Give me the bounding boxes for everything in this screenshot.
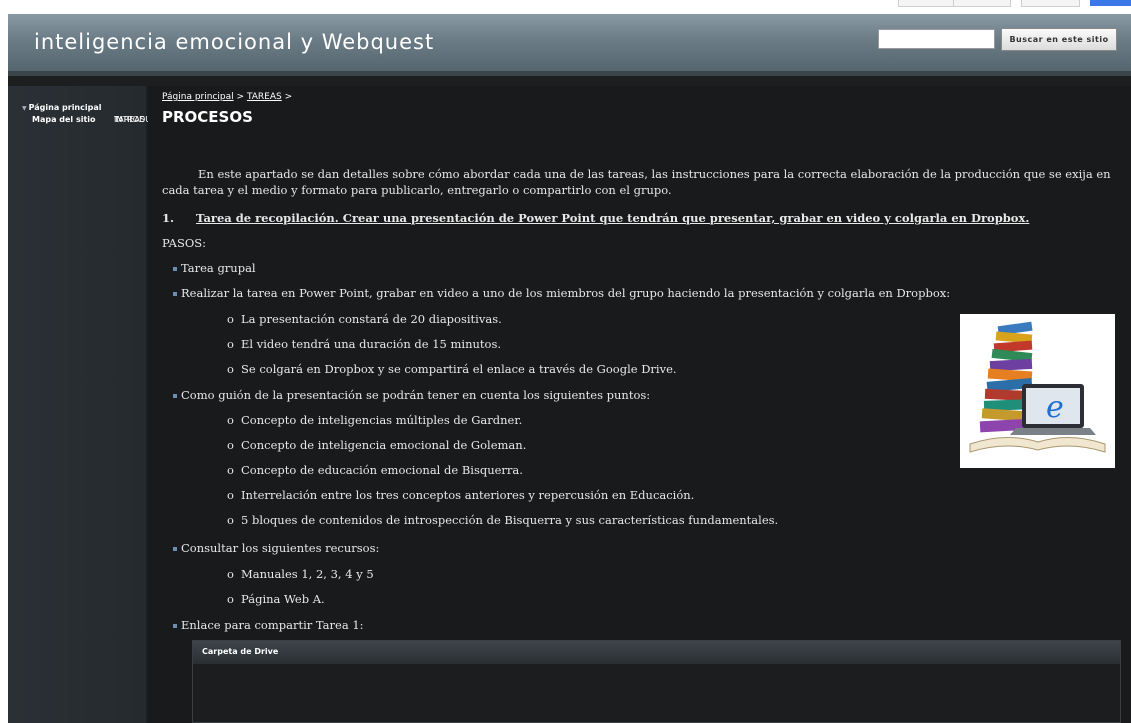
breadcrumb: Página principal > TAREAS > [162,92,292,102]
sidebar-item-label: Página principal [28,103,102,112]
bullet-square-icon [173,292,177,296]
list-subitem: o Se colgará en Dropbox y se compartirá e… [227,362,677,376]
circle-bullet-icon: o [227,463,234,477]
list-subitem-text: Concepto de inteligencias múltiples de G… [241,413,523,427]
sidebar-item-home[interactable]: ▼ Página principal [22,102,101,114]
sidebar-item-tareas[interactable]: TAREAS [87,114,145,125]
bullet-square-icon [173,624,177,628]
intro-paragraph: En este apartado se dan detalles sobre c… [162,167,1111,197]
list-subitem-text: Interrelación entre los tres conceptos a… [241,488,695,502]
list-item-text: Enlace para compartir Tarea 1: [181,618,364,632]
task-heading-text: Tarea de recopilación. Crear una present… [196,211,1030,225]
circle-bullet-icon: o [227,488,234,502]
task-number: 1. [162,211,175,225]
circle-bullet-icon: o [227,438,234,452]
search-button[interactable]: Buscar en este sitio [1001,28,1117,51]
list-item-text: Consultar los siguientes recursos: [181,541,380,555]
list-item-text: Como guión de la presentación se podrán … [181,388,651,402]
list-subitem-text: La presentación constará de 20 diapositi… [241,312,502,326]
circle-bullet-icon: o [227,337,234,351]
task-heading: 1. Tarea de recopilación. Crear una prese… [162,211,1029,225]
toolbar-button[interactable] [953,0,1011,7]
drive-embed[interactable]: Carpeta de Drive [192,640,1121,723]
sidebar: ▼ Página principal INTRODUCCIÓN TAREAS Ma… [8,86,177,723]
list-subitem-text[interactable]: Manuales 1, 2, 3, 4 y 5 [241,567,374,581]
list-subitem: o Manuales 1, 2, 3, 4 y 5 [227,567,374,581]
account-button[interactable] [1090,0,1131,6]
circle-bullet-icon: o [227,567,234,581]
list-subitem-text: El video tendrá una duración de 15 minut… [241,337,502,351]
breadcrumb-separator: > [284,92,293,102]
list-subitem: o Concepto de inteligencia emocional de G… [227,438,526,452]
list-subitem: o 5 bloques de contenidos de introspecció… [227,513,778,527]
list-subitem-text: 5 bloques de contenidos de introspección… [241,513,779,527]
list-subitem: o Página Web A. [227,592,325,606]
sidebar-nav: ▼ Página principal INTRODUCCIÓN TAREAS Ma… [22,102,177,125]
list-subitem-text: Se colgará en Dropbox y se compartirá el… [241,362,677,376]
circle-bullet-icon: o [227,362,234,376]
bullet-square-icon [173,267,177,271]
pasos-label: PASOS: [162,236,207,250]
expand-arrow-icon[interactable]: ▼ [22,105,27,112]
list-item: Como guión de la presentación se podrán … [173,388,650,402]
toolbar-button[interactable] [898,0,954,7]
list-item-text: Realizar la tarea en Power Point, grabar… [181,286,951,300]
books-laptop-image: e [960,314,1115,468]
list-subitem: o El video tendrá una duración de 15 minu… [227,337,501,351]
list-subitem-text: Concepto de inteligencia emocional de Go… [241,438,527,452]
breadcrumb-separator: > [236,92,245,102]
list-subitem-text: Concepto de educación emocional de Bisqu… [241,463,523,477]
ie-logo-letter: e [1046,390,1064,425]
circle-bullet-icon: o [227,413,234,427]
breadcrumb-tareas-link[interactable]: TAREAS [247,92,282,102]
list-subitem: o La presentación constará de 20 diaposit… [227,312,502,326]
bullet-square-icon [173,547,177,551]
list-item: Consultar los siguientes recursos: [173,541,379,555]
bullet-square-icon [173,394,177,398]
list-subitem: o Interrelación entre los tres conceptos … [227,488,694,502]
circle-bullet-icon: o [227,592,234,606]
books-laptop-illustration: e [969,321,1106,453]
list-item: Realizar la tarea en Power Point, grabar… [173,286,950,300]
drive-embed-title: Carpeta de Drive [193,641,1120,664]
list-item-text: Tarea grupal [181,261,256,275]
circle-bullet-icon: o [227,312,234,326]
page-title: PROCESOS [162,108,253,126]
browser-top-strip [0,0,1131,10]
list-subitem-text[interactable]: Página Web A. [241,592,325,606]
list-item: Tarea grupal [173,261,256,275]
list-item: Enlace para compartir Tarea 1: [173,618,364,632]
site-title[interactable]: inteligencia emocional y Webquest [34,30,434,54]
site-header: inteligencia emocional y Webquest Buscar… [8,14,1131,71]
list-subitem: o Concepto de educación emocional de Bisq… [227,463,523,477]
toolbar-button[interactable] [1021,0,1080,7]
breadcrumb-home-link[interactable]: Página principal [162,92,234,102]
circle-bullet-icon: o [227,513,234,527]
list-subitem: o Concepto de inteligencias múltiples de … [227,413,522,427]
search-input[interactable] [878,29,995,49]
